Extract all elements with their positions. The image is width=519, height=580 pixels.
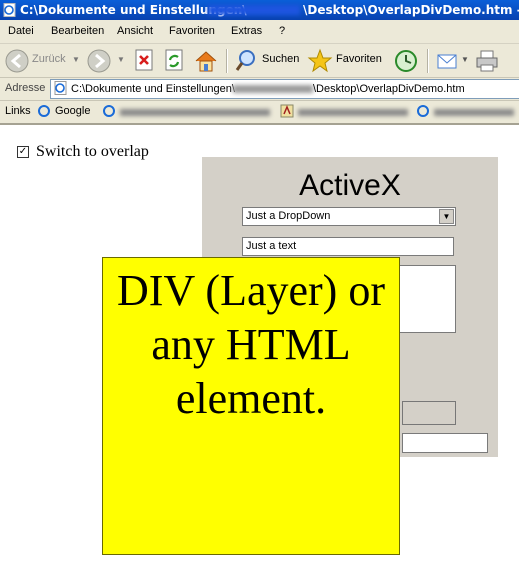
menu-bar: Datei Bearbeiten Ansicht Favoriten Extra… <box>0 20 519 44</box>
menu-datei[interactable]: Datei <box>8 25 34 37</box>
ie-link-icon <box>417 105 429 117</box>
menu-bearbeiten[interactable]: Bearbeiten <box>51 25 104 37</box>
address-path-end: \Desktop\OverlapDivDemo.htm <box>313 83 465 95</box>
back-arrow-icon[interactable] <box>4 48 30 74</box>
activex-button[interactable] <box>402 401 456 425</box>
activex-dropdown[interactable]: Just a DropDown ▼ <box>242 207 456 226</box>
window-titlebar: C:\Dokumente und Einstellungen\ \Desktop… <box>0 0 519 20</box>
menu-ansicht[interactable]: Ansicht <box>117 25 153 37</box>
blurred-link[interactable] <box>120 109 270 116</box>
refresh-icon[interactable] <box>163 48 187 74</box>
toolbar-separator <box>427 49 429 73</box>
mail-dropdown-icon[interactable]: ▼ <box>461 55 469 64</box>
blurred-link[interactable] <box>434 109 514 116</box>
address-label: Adresse <box>5 82 46 94</box>
overlap-checkbox[interactable]: ✓ <box>17 146 29 158</box>
address-bar: Adresse C:\Dokumente und Einstellungen\ … <box>0 78 519 101</box>
ie-link-icon <box>103 105 115 117</box>
address-path-start: C:\Dokumente und Einstellungen\ <box>71 83 235 95</box>
blurred-username <box>208 5 300 15</box>
activex-input[interactable] <box>402 433 488 453</box>
dropdown-value: Just a DropDown <box>246 210 331 222</box>
blurred-username <box>233 85 313 93</box>
menu-help[interactable]: ? <box>279 25 285 37</box>
blurred-link[interactable] <box>298 109 408 116</box>
stop-icon[interactable] <box>133 48 157 74</box>
search-label[interactable]: Suchen <box>262 53 299 65</box>
forward-dropdown-icon[interactable]: ▼ <box>117 55 125 64</box>
favorites-star-icon[interactable] <box>307 48 333 74</box>
print-icon[interactable] <box>474 48 500 74</box>
menu-favoriten[interactable]: Favoriten <box>169 25 215 37</box>
link-google[interactable]: Google <box>55 105 90 117</box>
activex-text-field[interactable]: Just a text <box>242 237 454 256</box>
window-title-end: \Desktop\OverlapDivDemo.htm - Micro <box>303 3 519 17</box>
history-icon[interactable] <box>393 48 419 74</box>
standard-toolbar: Zurück ▼ ▼ Suchen Favoriten ▼ <box>0 44 519 78</box>
chevron-down-icon[interactable]: ▼ <box>439 209 454 224</box>
overlap-checkbox-label: Switch to overlap <box>36 143 149 160</box>
back-label[interactable]: Zurück <box>32 53 66 65</box>
ie-page-icon <box>3 3 16 17</box>
overlay-div-layer: DIV (Layer) or any HTML element. <box>102 257 400 555</box>
toolbar-separator <box>226 49 228 73</box>
text-field-value: Just a text <box>246 240 297 252</box>
link-icon <box>280 104 294 118</box>
forward-arrow-icon[interactable] <box>86 48 112 74</box>
address-field[interactable]: C:\Dokumente und Einstellungen\ \Desktop… <box>50 79 519 99</box>
search-icon[interactable] <box>234 48 258 74</box>
back-dropdown-icon[interactable]: ▼ <box>72 55 80 64</box>
page-icon <box>54 81 67 95</box>
activex-title: ActiveX <box>299 169 401 202</box>
mail-icon[interactable] <box>435 48 461 74</box>
links-label: Links <box>5 105 31 117</box>
overlay-text: DIV (Layer) or any HTML element. <box>117 266 385 423</box>
ie-link-icon <box>38 105 50 117</box>
menu-extras[interactable]: Extras <box>231 25 262 37</box>
favorites-label[interactable]: Favoriten <box>336 53 382 65</box>
home-icon[interactable] <box>193 48 219 74</box>
links-bar: Links Google <box>0 101 519 125</box>
page-content: ✓ Switch to overlap ActiveX Just a DropD… <box>0 125 519 580</box>
checkbox-checkmark: ✓ <box>18 146 28 157</box>
